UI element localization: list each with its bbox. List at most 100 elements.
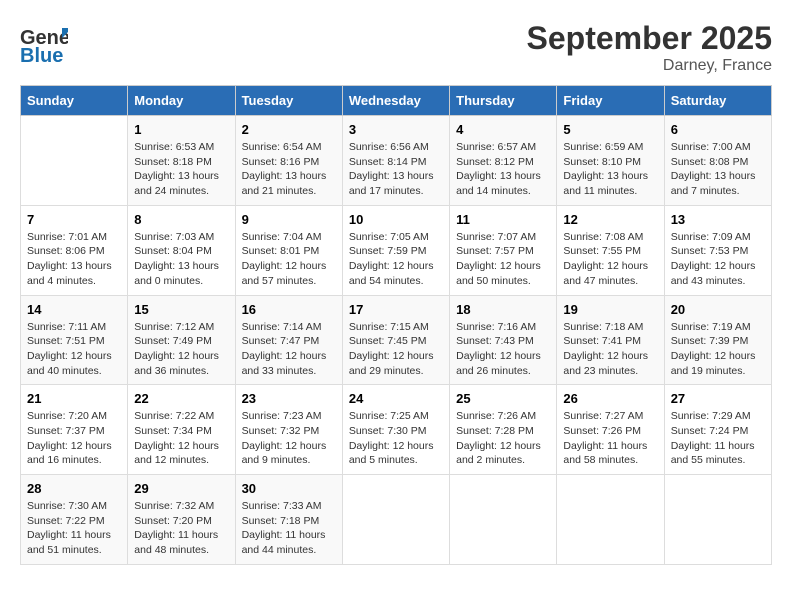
calendar-cell: 5 Sunrise: 6:59 AM Sunset: 8:10 PM Daylig… <box>557 116 664 206</box>
title-block: September 2025 Darney, France <box>527 20 772 75</box>
calendar-cell: 6Sunrise: 7:00 AM Sunset: 8:08 PM Daylig… <box>664 116 771 206</box>
cell-content: Sunrise: 7:12 AM Sunset: 7:49 PM Dayligh… <box>134 320 228 379</box>
calendar-cell: 20Sunrise: 7:19 AM Sunset: 7:39 PM Dayli… <box>664 295 771 385</box>
day-number: 29 <box>134 481 228 496</box>
day-number: 18 <box>456 302 550 317</box>
calendar-cell: 30 Sunrise: 7:33 AM Sunset: 7:18 PM Dayli… <box>235 475 342 565</box>
calendar-table: SundayMondayTuesdayWednesdayThursdayFrid… <box>20 85 772 565</box>
calendar-cell: 27Sunrise: 7:29 AM Sunset: 7:24 PM Dayli… <box>664 385 771 475</box>
location: Darney, France <box>527 57 772 75</box>
calendar-cell: 28 Sunrise: 7:30 AM Sunset: 7:22 PM Dayli… <box>21 475 128 565</box>
day-number: 27 <box>671 391 765 406</box>
day-number: 8 <box>134 212 228 227</box>
day-number: 30 <box>242 481 336 496</box>
calendar-cell: 1 Sunrise: 6:53 AM Sunset: 8:18 PM Daylig… <box>128 116 235 206</box>
day-number: 4 <box>456 122 550 137</box>
cell-content: Sunrise: 7:16 AM Sunset: 7:43 PM Dayligh… <box>456 320 550 379</box>
cell-content: Sunrise: 7:33 AM Sunset: 7:18 PM Dayligh… <box>242 499 336 558</box>
calendar-cell: 18 Sunrise: 7:16 AM Sunset: 7:43 PM Dayli… <box>450 295 557 385</box>
day-header-friday: Friday <box>557 86 664 116</box>
day-number: 22 <box>134 391 228 406</box>
cell-content: Sunrise: 7:03 AM Sunset: 8:04 PM Dayligh… <box>134 230 228 289</box>
day-number: 15 <box>134 302 228 317</box>
cell-content: Sunrise: 6:57 AM Sunset: 8:12 PM Dayligh… <box>456 140 550 199</box>
cell-content: Sunrise: 7:09 AM Sunset: 7:53 PM Dayligh… <box>671 230 765 289</box>
page-header: General Blue September 2025 Darney, Fran… <box>20 20 772 75</box>
calendar-cell <box>557 475 664 565</box>
cell-content: Sunrise: 7:26 AM Sunset: 7:28 PM Dayligh… <box>456 409 550 468</box>
calendar-cell: 9 Sunrise: 7:04 AM Sunset: 8:01 PM Daylig… <box>235 205 342 295</box>
cell-content: Sunrise: 7:15 AM Sunset: 7:45 PM Dayligh… <box>349 320 443 379</box>
calendar-week-4: 21 Sunrise: 7:20 AM Sunset: 7:37 PM Dayli… <box>21 385 772 475</box>
day-number: 14 <box>27 302 121 317</box>
day-number: 25 <box>456 391 550 406</box>
calendar-cell: 16Sunrise: 7:14 AM Sunset: 7:47 PM Dayli… <box>235 295 342 385</box>
day-number: 21 <box>27 391 121 406</box>
calendar-week-2: 7Sunrise: 7:01 AM Sunset: 8:06 PM Daylig… <box>21 205 772 295</box>
calendar-cell: 26 Sunrise: 7:27 AM Sunset: 7:26 PM Dayli… <box>557 385 664 475</box>
cell-content: Sunrise: 7:32 AM Sunset: 7:20 PM Dayligh… <box>134 499 228 558</box>
day-header-saturday: Saturday <box>664 86 771 116</box>
day-number: 7 <box>27 212 121 227</box>
day-number: 17 <box>349 302 443 317</box>
cell-content: Sunrise: 7:19 AM Sunset: 7:39 PM Dayligh… <box>671 320 765 379</box>
day-number: 24 <box>349 391 443 406</box>
day-number: 12 <box>563 212 657 227</box>
day-header-tuesday: Tuesday <box>235 86 342 116</box>
calendar-cell: 17 Sunrise: 7:15 AM Sunset: 7:45 PM Dayli… <box>342 295 449 385</box>
day-number: 19 <box>563 302 657 317</box>
calendar-week-5: 28 Sunrise: 7:30 AM Sunset: 7:22 PM Dayli… <box>21 475 772 565</box>
day-number: 2 <box>242 122 336 137</box>
cell-content: Sunrise: 7:04 AM Sunset: 8:01 PM Dayligh… <box>242 230 336 289</box>
day-header-wednesday: Wednesday <box>342 86 449 116</box>
calendar-week-3: 14 Sunrise: 7:11 AM Sunset: 7:51 PM Dayli… <box>21 295 772 385</box>
day-number: 9 <box>242 212 336 227</box>
calendar-week-1: 1 Sunrise: 6:53 AM Sunset: 8:18 PM Daylig… <box>21 116 772 206</box>
cell-content: Sunrise: 7:22 AM Sunset: 7:34 PM Dayligh… <box>134 409 228 468</box>
logo-icon: General Blue <box>20 20 68 68</box>
calendar-cell: 12 Sunrise: 7:08 AM Sunset: 7:55 PM Dayli… <box>557 205 664 295</box>
day-number: 3 <box>349 122 443 137</box>
calendar-cell: 4 Sunrise: 6:57 AM Sunset: 8:12 PM Daylig… <box>450 116 557 206</box>
calendar-cell <box>21 116 128 206</box>
calendar-cell: 22 Sunrise: 7:22 AM Sunset: 7:34 PM Dayli… <box>128 385 235 475</box>
cell-content: Sunrise: 6:53 AM Sunset: 8:18 PM Dayligh… <box>134 140 228 199</box>
calendar-cell: 24 Sunrise: 7:25 AM Sunset: 7:30 PM Dayli… <box>342 385 449 475</box>
day-number: 1 <box>134 122 228 137</box>
day-number: 11 <box>456 212 550 227</box>
cell-content: Sunrise: 7:23 AM Sunset: 7:32 PM Dayligh… <box>242 409 336 468</box>
cell-content: Sunrise: 6:59 AM Sunset: 8:10 PM Dayligh… <box>563 140 657 199</box>
calendar-header-row: SundayMondayTuesdayWednesdayThursdayFrid… <box>21 86 772 116</box>
cell-content: Sunrise: 7:07 AM Sunset: 7:57 PM Dayligh… <box>456 230 550 289</box>
cell-content: Sunrise: 7:00 AM Sunset: 8:08 PM Dayligh… <box>671 140 765 199</box>
cell-content: Sunrise: 7:27 AM Sunset: 7:26 PM Dayligh… <box>563 409 657 468</box>
day-number: 26 <box>563 391 657 406</box>
cell-content: Sunrise: 7:30 AM Sunset: 7:22 PM Dayligh… <box>27 499 121 558</box>
day-number: 28 <box>27 481 121 496</box>
cell-content: Sunrise: 7:05 AM Sunset: 7:59 PM Dayligh… <box>349 230 443 289</box>
cell-content: Sunrise: 7:08 AM Sunset: 7:55 PM Dayligh… <box>563 230 657 289</box>
cell-content: Sunrise: 7:14 AM Sunset: 7:47 PM Dayligh… <box>242 320 336 379</box>
calendar-cell: 19Sunrise: 7:18 AM Sunset: 7:41 PM Dayli… <box>557 295 664 385</box>
calendar-cell <box>342 475 449 565</box>
calendar-cell: 14 Sunrise: 7:11 AM Sunset: 7:51 PM Dayli… <box>21 295 128 385</box>
calendar-cell: 11 Sunrise: 7:07 AM Sunset: 7:57 PM Dayli… <box>450 205 557 295</box>
logo: General Blue <box>20 20 68 73</box>
day-number: 23 <box>242 391 336 406</box>
day-number: 10 <box>349 212 443 227</box>
calendar-cell: 23 Sunrise: 7:23 AM Sunset: 7:32 PM Dayli… <box>235 385 342 475</box>
cell-content: Sunrise: 6:54 AM Sunset: 8:16 PM Dayligh… <box>242 140 336 199</box>
day-header-thursday: Thursday <box>450 86 557 116</box>
day-number: 5 <box>563 122 657 137</box>
day-number: 13 <box>671 212 765 227</box>
svg-text:Blue: Blue <box>20 45 63 67</box>
calendar-cell: 10 Sunrise: 7:05 AM Sunset: 7:59 PM Dayli… <box>342 205 449 295</box>
cell-content: Sunrise: 7:25 AM Sunset: 7:30 PM Dayligh… <box>349 409 443 468</box>
cell-content: Sunrise: 7:11 AM Sunset: 7:51 PM Dayligh… <box>27 320 121 379</box>
cell-content: Sunrise: 7:20 AM Sunset: 7:37 PM Dayligh… <box>27 409 121 468</box>
calendar-cell: 7Sunrise: 7:01 AM Sunset: 8:06 PM Daylig… <box>21 205 128 295</box>
calendar-cell: 3Sunrise: 6:56 AM Sunset: 8:14 PM Daylig… <box>342 116 449 206</box>
calendar-cell: 13 Sunrise: 7:09 AM Sunset: 7:53 PM Dayli… <box>664 205 771 295</box>
calendar-cell: 21 Sunrise: 7:20 AM Sunset: 7:37 PM Dayli… <box>21 385 128 475</box>
calendar-cell: 29 Sunrise: 7:32 AM Sunset: 7:20 PM Dayli… <box>128 475 235 565</box>
